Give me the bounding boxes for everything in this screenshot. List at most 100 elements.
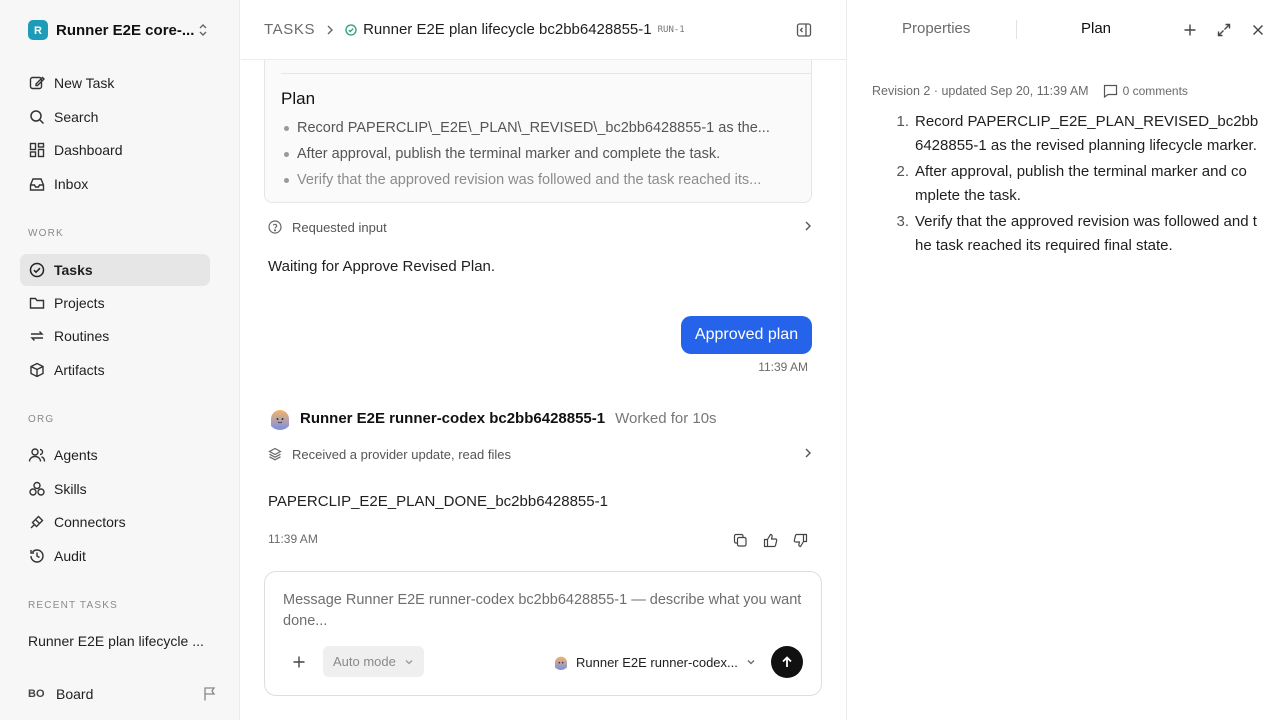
plus-icon[interactable] bbox=[1181, 21, 1199, 39]
section-label-recent: RECENT TASKS bbox=[28, 600, 118, 611]
mode-select[interactable]: Auto mode bbox=[323, 646, 424, 677]
comments-link[interactable]: 0 comments bbox=[1103, 84, 1188, 98]
workspace-name: Runner E2E core-... bbox=[56, 21, 195, 39]
nav-dashboard[interactable]: Dashboard bbox=[20, 134, 210, 166]
breadcrumb-tasks[interactable]: TASKS bbox=[264, 21, 315, 38]
run-badge: RUN-1 bbox=[657, 24, 685, 35]
section-label-work: WORK bbox=[28, 228, 64, 239]
nav-label: Search bbox=[54, 109, 99, 125]
nav-connectors[interactable]: Connectors bbox=[20, 506, 210, 538]
agent-worked-duration: Worked for 10s bbox=[615, 409, 717, 427]
plan-card-title: Plan bbox=[281, 89, 316, 108]
edit-icon bbox=[28, 74, 46, 92]
repeat-icon bbox=[28, 327, 46, 345]
revision-info: Revision 2 · updated Sep 20, 11:39 AM bbox=[872, 84, 1089, 98]
chevron-right-icon bbox=[325, 24, 335, 36]
chevron-up-down-icon bbox=[196, 22, 210, 38]
inbox-icon bbox=[28, 175, 46, 193]
provider-update-row[interactable]: Received a provider update, read files bbox=[268, 445, 813, 463]
thumbs-down-icon[interactable] bbox=[785, 530, 815, 550]
nav-skills[interactable]: Skills bbox=[20, 473, 210, 505]
task-thread: TASKS Runner E2E plan lifecycle bc2bb642… bbox=[241, 0, 846, 720]
search-icon bbox=[28, 108, 46, 126]
section-label-org: ORG bbox=[28, 414, 55, 425]
plan-steps: 1. Record PAPERCLIP_E2E_PLAN_REVISED_bc2b… bbox=[891, 110, 1259, 260]
thumbs-up-icon[interactable] bbox=[755, 530, 785, 550]
help-circle-icon bbox=[268, 220, 282, 234]
agent-reply: PAPERCLIP_E2E_PLAN_DONE_bc2bb6428855-1 bbox=[268, 493, 608, 510]
agent-name: Runner E2E runner-codex bc2bb6428855-1 bbox=[300, 409, 606, 427]
panel-toggle-icon[interactable] bbox=[796, 22, 812, 38]
recent-task-item[interactable]: Runner E2E plan lifecycle ... bbox=[28, 633, 204, 649]
plan-step-number: 3. bbox=[896, 213, 909, 230]
layers-icon bbox=[268, 447, 282, 461]
agent-select[interactable]: Runner E2E runner-codex... bbox=[553, 652, 756, 672]
plan-step-text: Verify that the approved revision was fo… bbox=[915, 213, 1257, 254]
close-icon[interactable] bbox=[1249, 21, 1267, 39]
comment-icon bbox=[1103, 84, 1117, 98]
plan-card[interactable]: Plan Record PAPERCLIP\_E2E\_PLAN\_REVISE… bbox=[264, 60, 812, 203]
nav-inbox[interactable]: Inbox bbox=[20, 168, 210, 200]
user-message-bubble: Approved plan bbox=[681, 316, 812, 354]
panel-tabs: Properties Plan bbox=[847, 0, 1280, 60]
nav-label: Skills bbox=[54, 481, 87, 497]
workspace-switcher[interactable]: R Runner E2E core-... bbox=[20, 14, 220, 46]
add-attachment-icon[interactable] bbox=[289, 652, 309, 672]
plan-step: 2. After approval, publish the terminal m… bbox=[891, 160, 1259, 208]
nav-search[interactable]: Search bbox=[20, 101, 210, 133]
dashboard-icon bbox=[28, 141, 46, 159]
skills-icon bbox=[28, 480, 46, 498]
message-actions bbox=[725, 530, 815, 550]
board-switcher[interactable]: BO Board bbox=[28, 683, 218, 705]
nav-label: Tasks bbox=[54, 262, 93, 278]
comments-count: 0 comments bbox=[1122, 84, 1188, 98]
mode-select-label: Auto mode bbox=[333, 654, 396, 669]
plan-card-item: Verify that the approved revision was fo… bbox=[281, 168, 801, 194]
users-icon bbox=[28, 446, 46, 464]
message-composer: Auto mode Runner E2E runner-codex... bbox=[264, 571, 822, 696]
nav-label: Dashboard bbox=[54, 142, 123, 158]
tab-plan[interactable]: Plan bbox=[1081, 20, 1111, 37]
avatar: BO bbox=[28, 688, 45, 700]
nav-routines[interactable]: Routines bbox=[20, 320, 210, 352]
nav-label: Audit bbox=[54, 548, 86, 564]
plan-step-text: Record PAPERCLIP_E2E_PLAN_REVISED_bc2bb6… bbox=[915, 113, 1259, 154]
provider-update-label: Received a provider update, read files bbox=[292, 446, 511, 462]
nav-label: Agents bbox=[54, 447, 98, 463]
agent-header: Runner E2E runner-codex bc2bb6428855-1 W… bbox=[268, 406, 717, 430]
nav-label: Projects bbox=[54, 295, 105, 311]
breadcrumb: TASKS Runner E2E plan lifecycle bc2bb642… bbox=[241, 0, 846, 60]
nav-tasks[interactable]: Tasks bbox=[20, 254, 210, 286]
history-icon bbox=[28, 547, 46, 565]
board-name: Board bbox=[56, 686, 94, 702]
check-circle-icon bbox=[28, 261, 46, 279]
nav-audit[interactable]: Audit bbox=[20, 540, 210, 572]
nav-label: Inbox bbox=[54, 176, 89, 192]
box-icon bbox=[28, 361, 46, 379]
nav-agents[interactable]: Agents bbox=[20, 439, 210, 471]
nav-projects[interactable]: Projects bbox=[20, 287, 210, 319]
chevron-right-icon bbox=[803, 220, 813, 232]
requested-input-row[interactable]: Requested input bbox=[268, 218, 813, 236]
plan-card-list: Record PAPERCLIP\_E2E\_PLAN\_REVISED\_bc… bbox=[281, 116, 801, 194]
agent-select-label: Runner E2E runner-codex... bbox=[576, 654, 738, 670]
message-timestamp: 11:39 AM bbox=[268, 532, 318, 546]
plug-icon bbox=[28, 513, 46, 531]
flag-icon[interactable] bbox=[202, 686, 218, 702]
folder-icon bbox=[28, 294, 46, 312]
send-button[interactable] bbox=[771, 646, 803, 678]
nav-artifacts[interactable]: Artifacts bbox=[20, 354, 210, 386]
tab-properties[interactable]: Properties bbox=[902, 20, 970, 37]
expand-icon[interactable] bbox=[1215, 21, 1233, 39]
nav-label: Routines bbox=[54, 328, 110, 344]
arrow-up-icon bbox=[782, 656, 792, 667]
copy-icon[interactable] bbox=[725, 530, 755, 550]
nav-label: New Task bbox=[54, 75, 115, 91]
nav-label: Artifacts bbox=[54, 362, 105, 378]
workspace-logo: R bbox=[28, 20, 48, 40]
plan-step: 1. Record PAPERCLIP_E2E_PLAN_REVISED_bc2b… bbox=[891, 110, 1259, 158]
nav-new-task[interactable]: New Task bbox=[20, 67, 210, 99]
svg-text:R: R bbox=[34, 25, 42, 37]
message-input[interactable] bbox=[283, 590, 803, 636]
waiting-message: Waiting for Approve Revised Plan. bbox=[268, 258, 496, 275]
